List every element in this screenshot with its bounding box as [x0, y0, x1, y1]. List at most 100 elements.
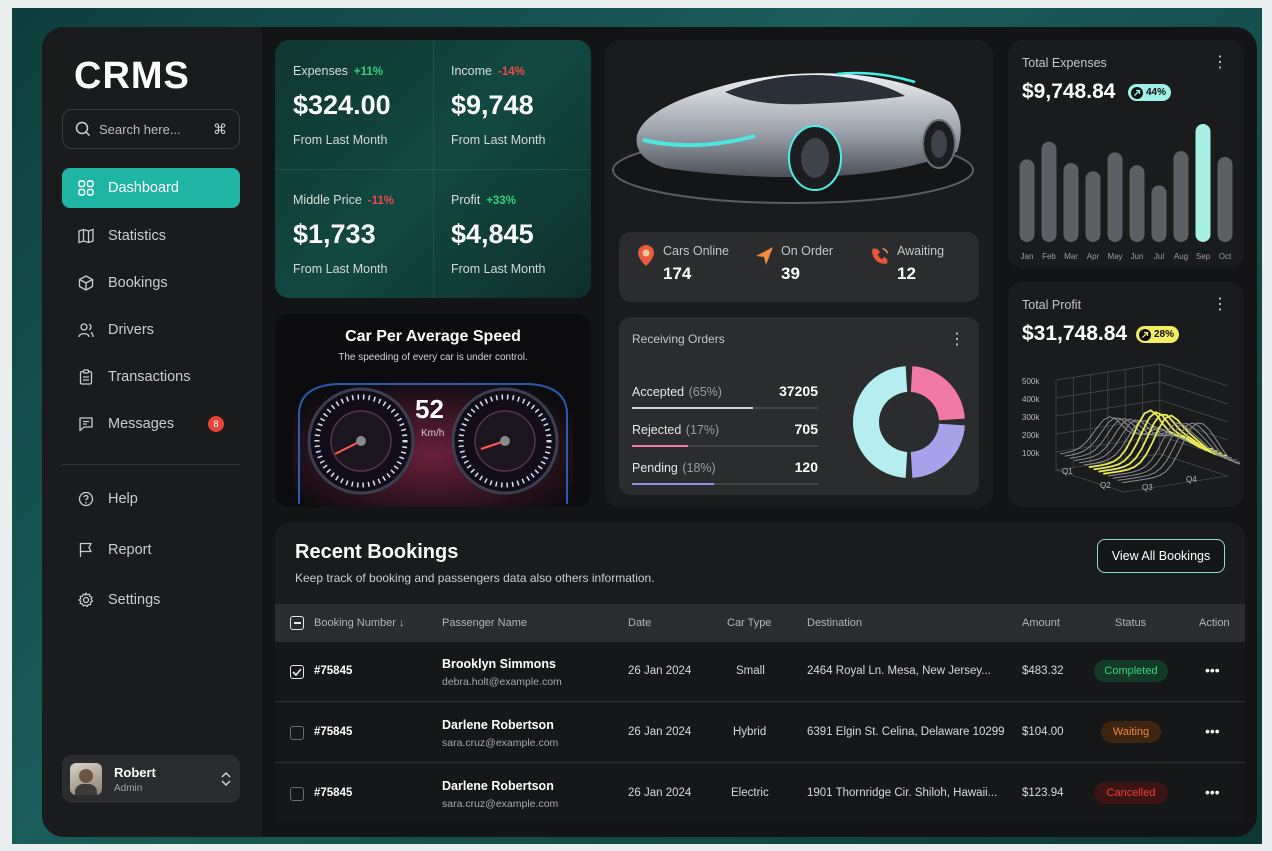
row-checkbox[interactable]: [290, 665, 304, 679]
car-image: [612, 71, 974, 204]
box-icon: [78, 275, 94, 291]
sidebar-item-label: Messages: [108, 416, 175, 432]
order-row-accepted: Accepted (65%) 37205: [632, 383, 818, 415]
map-pin-icon: [638, 245, 654, 266]
kpi-change: -11%: [367, 195, 394, 207]
stat-on-order: On Order 39: [753, 244, 833, 284]
surface-ridge: [1088, 409, 1213, 469]
sidebar-item-drivers[interactable]: Drivers: [62, 310, 240, 350]
sidebar-item-bookings[interactable]: Bookings: [62, 263, 240, 303]
kpi-subtext: From Last Month: [451, 133, 546, 147]
phone-icon: [872, 247, 889, 264]
x-tick-label: Sep: [1196, 252, 1211, 261]
sidebar-item-label: Dashboard: [108, 180, 179, 196]
sidebar-item-messages[interactable]: Messages 8: [62, 404, 240, 444]
order-value: 37205: [779, 383, 818, 399]
destination: 2464 Royal Ln. Mesa, New Jersey...: [807, 665, 991, 677]
chevron-up-down-icon: [221, 771, 231, 787]
bookings-description: Keep track of booking and passengers dat…: [295, 571, 655, 585]
total-expenses-badge: 44%: [1128, 84, 1172, 101]
passenger-name: Brooklyn Simmons: [442, 657, 556, 671]
select-all-checkbox[interactable]: [290, 616, 304, 630]
stat-value: 174: [663, 264, 692, 283]
sidebar-item-transactions[interactable]: Transactions: [62, 357, 240, 397]
sort-down-icon: ↓: [399, 617, 405, 629]
amount: $104.00: [1022, 726, 1064, 738]
sidebar-item-help[interactable]: Help: [62, 479, 240, 519]
more-options-icon[interactable]: ⋮: [1212, 294, 1228, 314]
x-tick-label: Q4: [1186, 475, 1197, 484]
order-progress-fill: [632, 483, 714, 485]
users-icon: [78, 323, 94, 338]
booking-number[interactable]: #75845: [314, 665, 352, 677]
gear-icon: [78, 592, 94, 608]
order-progress-track: [632, 445, 818, 447]
bookings-title: Recent Bookings: [295, 541, 459, 563]
column-header-booking-number[interactable]: Booking Number ↓: [314, 617, 405, 629]
speed-card-title: Car Per Average Speed: [345, 328, 521, 345]
passenger-name: Darlene Robertson: [442, 779, 554, 793]
x-tick-label: Jan: [1021, 252, 1034, 261]
more-options-icon[interactable]: ⋮: [1212, 52, 1228, 72]
booking-number[interactable]: #75845: [314, 726, 352, 738]
kpi-label: Expenses: [293, 64, 348, 78]
column-header-amount: Amount: [1022, 617, 1060, 629]
x-tick-label: Q1: [1062, 467, 1073, 476]
bar-aug: [1173, 151, 1189, 242]
order-value: 705: [794, 421, 818, 437]
sidebar-item-settings[interactable]: Settings: [62, 580, 240, 620]
sidebar-item-dashboard[interactable]: Dashboard: [62, 168, 240, 208]
stat-value: 39: [781, 264, 800, 283]
sidebar-item-label: Help: [108, 491, 138, 507]
kpi-middle-price: Middle Price -11% $1,733 From Last Month: [275, 169, 433, 298]
x-tick-label: Q2: [1100, 481, 1111, 490]
row-actions-button[interactable]: •••: [1205, 784, 1220, 800]
car-type: Hybrid: [733, 726, 767, 738]
kpi-value: $1,733: [293, 219, 376, 249]
order-label: Pending: [632, 461, 678, 475]
sidebar-item-statistics[interactable]: Statistics: [62, 216, 240, 256]
search-input[interactable]: Search here... ⌘: [62, 109, 240, 149]
total-profit-card: Total Profit ⋮ $31,748.84 28% 500k 400k 30…: [1008, 282, 1244, 507]
orders-title: Receiving Orders: [632, 332, 725, 346]
x-tick-label: Mar: [1064, 252, 1078, 261]
kpi-label: Middle Price: [293, 193, 362, 207]
stat-cars-online: Cars Online 174: [635, 244, 729, 284]
clipboard-icon: [79, 369, 93, 385]
total-expenses-value: $9,748.84: [1022, 80, 1116, 103]
booking-number[interactable]: #75845: [314, 787, 352, 799]
order-row-rejected: Rejected (17%) 705: [632, 421, 818, 453]
search-placeholder: Search here...: [99, 121, 181, 137]
sidebar: CRMS Search here... ⌘ Dashboard Statisti…: [42, 27, 262, 837]
kpi-change: +33%: [486, 195, 516, 207]
donut-segment-pending: [910, 423, 965, 478]
table-row[interactable]: #75845 Darlene Robertson sara.cruz@examp…: [275, 764, 1245, 823]
sidebar-item-label: Transactions: [108, 369, 191, 385]
quarterly-profit-3d-chart: 500k 400k 300k 200k 100k Q1 Q2 Q3 Q4: [1022, 363, 1240, 493]
sidebar-item-report[interactable]: Report: [62, 530, 240, 570]
total-expenses-card: Total Expenses ⋮ $9,748.84 44% Jan Feb Mar…: [1008, 40, 1244, 268]
passenger-email: sara.cruz@example.com: [442, 737, 559, 749]
more-options-icon[interactable]: ⋮: [949, 329, 965, 349]
row-actions-button[interactable]: •••: [1205, 723, 1220, 739]
donut-segment-rejected: [910, 366, 965, 421]
sidebar-item-label: Bookings: [108, 275, 168, 291]
column-header-destination: Destination: [807, 617, 863, 629]
view-all-bookings-button[interactable]: View All Bookings: [1097, 539, 1225, 573]
x-tick-label: Jun: [1131, 252, 1144, 261]
row-checkbox[interactable]: [290, 726, 304, 740]
user-profile-switcher[interactable]: Robert Admin: [62, 755, 240, 803]
y-tick-label: 200k: [1022, 431, 1040, 440]
table-row[interactable]: #75845 Brooklyn Simmons debra.holt@examp…: [275, 642, 1245, 702]
table-row[interactable]: #75845 Darlene Robertson sara.cruz@examp…: [275, 703, 1245, 763]
row-actions-button[interactable]: •••: [1205, 662, 1220, 678]
user-role: Admin: [114, 782, 143, 794]
row-checkbox[interactable]: [290, 787, 304, 801]
kpi-label: Income: [451, 64, 492, 78]
booking-date: 26 Jan 2024: [628, 787, 692, 799]
grid-icon: [78, 180, 94, 196]
stat-awaiting: Awaiting 12: [869, 244, 944, 284]
stat-label: On Order: [781, 244, 834, 258]
order-progress-fill: [632, 407, 753, 409]
order-percent: (17%): [685, 423, 720, 437]
